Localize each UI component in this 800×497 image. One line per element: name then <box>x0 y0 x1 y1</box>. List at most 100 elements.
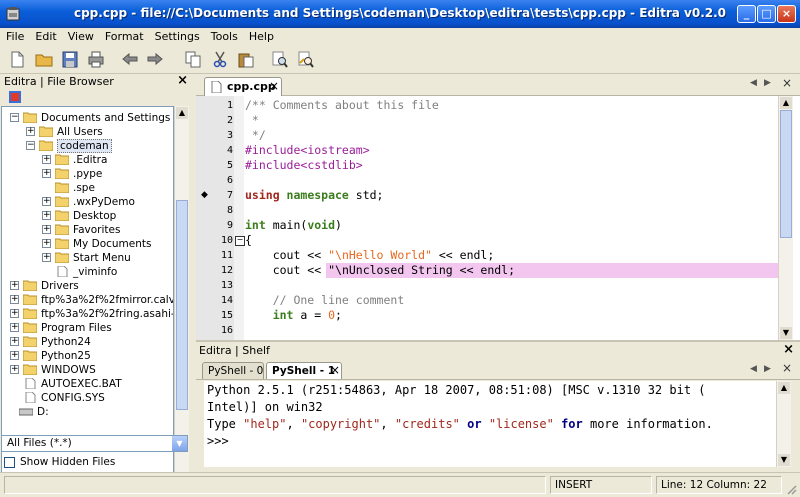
drive-menu-icon[interactable] <box>9 91 21 103</box>
tree-expander-icon[interactable]: + <box>10 323 19 332</box>
tab-pyshell-0[interactable]: PyShell - 0 <box>202 362 264 379</box>
folder-item[interactable]: + WINDOWS <box>2 363 173 377</box>
back-arrow-icon[interactable] <box>121 51 139 68</box>
dropdown-arrow-icon[interactable]: ▼ <box>172 436 187 451</box>
menu-item-format[interactable]: Format <box>99 28 149 43</box>
folder-item[interactable]: + ftp%3a%2f%2fmirror.calvin.ed <box>2 293 173 307</box>
scroll-up-arrow-icon[interactable]: ▲ <box>780 97 792 109</box>
editor-close-icon[interactable]: × <box>782 76 792 90</box>
file-tree[interactable]: − Documents and Settings + All Users − codema… <box>1 106 174 490</box>
folder-item[interactable]: + .wxPyDemo <box>2 195 173 209</box>
tab-close-icon[interactable]: × <box>330 363 340 377</box>
tree-expander-icon[interactable]: + <box>42 253 51 262</box>
find-replace-icon[interactable] <box>297 51 315 68</box>
code-area[interactable]: 1 /** Comments about this file 2 * 3 */ 4 #in… <box>196 96 778 340</box>
forward-arrow-icon[interactable] <box>146 51 164 68</box>
file-item[interactable]: CONFIG.SYS <box>2 391 173 405</box>
save-icon[interactable] <box>61 51 79 68</box>
folder-item[interactable]: .spe <box>2 181 173 195</box>
folder-item[interactable]: + Start Menu <box>2 251 173 265</box>
open-folder-icon[interactable] <box>35 51 53 68</box>
folder-item[interactable]: − Documents and Settings <box>2 111 173 125</box>
tab-pyshell-1[interactable]: PyShell - 1 × <box>266 362 342 379</box>
fold-toggle-icon[interactable]: − <box>235 236 245 246</box>
close-window-button[interactable]: × <box>777 5 796 23</box>
cut-icon[interactable] <box>211 51 229 68</box>
scroll-up-arrow-icon[interactable]: ▲ <box>176 107 188 119</box>
tab-scroll-left-icon[interactable]: ◀ <box>750 78 757 88</box>
scroll-down-arrow-icon[interactable]: ▼ <box>780 327 792 339</box>
tree-expander-icon[interactable]: + <box>10 337 19 346</box>
folder-item[interactable]: + .pype <box>2 167 173 181</box>
tree-expander-icon[interactable]: − <box>26 141 35 150</box>
pyshell-output[interactable]: Python 2.5.1 (r251:54863, Apr 18 2007, 0… <box>204 381 776 467</box>
tree-expander-icon[interactable]: + <box>42 211 51 220</box>
folder-item[interactable]: + Program Files <box>2 321 173 335</box>
tree-expander-icon[interactable]: + <box>42 169 51 178</box>
tree-expander-icon[interactable]: + <box>10 309 19 318</box>
shelf-tab-close-icon[interactable]: × <box>782 361 792 375</box>
tree-expander-icon[interactable]: + <box>10 281 19 290</box>
tree-expander-icon[interactable]: + <box>10 365 19 374</box>
paste-icon[interactable] <box>237 51 255 68</box>
find-icon[interactable] <box>271 51 289 68</box>
folder-item[interactable]: + Favorites <box>2 223 173 237</box>
file-item[interactable]: _viminfo <box>2 265 173 279</box>
drive-item[interactable]: D: <box>2 405 173 419</box>
scroll-up-arrow-icon[interactable]: ▲ <box>778 382 790 394</box>
menu-item-settings[interactable]: Settings <box>149 28 205 43</box>
file-tree-scrollbar[interactable]: ▲ ▼ <box>174 106 189 490</box>
menu-item-file[interactable]: File <box>0 28 29 43</box>
tree-expander-icon[interactable]: + <box>42 225 51 234</box>
tab-scroll-right-icon[interactable]: ▶ <box>764 364 771 374</box>
tab-scroll-right-icon[interactable]: ▶ <box>764 78 771 88</box>
folder-item[interactable]: + .Editra <box>2 153 173 167</box>
new-file-icon[interactable] <box>8 51 26 68</box>
tree-item-label: Desktop <box>73 210 117 222</box>
menu-item-tools[interactable]: Tools <box>205 28 243 43</box>
folder-item[interactable]: + Desktop <box>2 209 173 223</box>
line-number: 2 <box>226 115 233 126</box>
tree-expander-icon[interactable]: + <box>10 351 19 360</box>
folder-item[interactable]: + Drivers <box>2 279 173 293</box>
scroll-thumb[interactable] <box>780 110 792 238</box>
minimize-button[interactable]: _ <box>737 5 756 23</box>
folder-icon <box>38 126 54 138</box>
tree-expander-icon[interactable]: + <box>42 239 51 248</box>
checkbox-box[interactable] <box>4 457 15 468</box>
menu-item-help[interactable]: Help <box>243 28 279 43</box>
folder-item[interactable]: + All Users <box>2 125 173 139</box>
folder-item[interactable]: − codeman <box>2 139 173 153</box>
tree-expander-icon[interactable]: − <box>10 113 19 122</box>
tab-cpp-cpp[interactable]: cpp.cpp × <box>204 77 282 96</box>
file-browser-close-button[interactable]: × <box>177 73 188 88</box>
folder-item[interactable]: + My Documents <box>2 237 173 251</box>
print-icon[interactable] <box>87 51 105 68</box>
menu-item-edit[interactable]: Edit <box>29 28 61 43</box>
file-filter-select[interactable]: All Files (*.*) ▼ <box>1 435 188 452</box>
shell-scrollbar[interactable]: ▲ ▼ <box>776 381 791 467</box>
tree-expander-icon[interactable]: + <box>10 295 19 304</box>
tab-scroll-left-icon[interactable]: ◀ <box>750 364 757 374</box>
scroll-down-arrow-icon[interactable]: ▼ <box>778 454 790 466</box>
bookmark-marker-icon[interactable]: ◆ <box>201 191 208 200</box>
folder-item[interactable]: + Python24 <box>2 335 173 349</box>
tree-expander-icon[interactable]: + <box>42 155 51 164</box>
maximize-button[interactable]: □ <box>757 5 776 23</box>
editor-scrollbar[interactable]: ▲ ▼ <box>778 96 793 340</box>
scroll-thumb[interactable] <box>176 200 188 410</box>
fold-margin[interactable] <box>234 96 244 340</box>
resize-grip-icon[interactable] <box>785 483 797 495</box>
file-filter-value: All Files (*.*) <box>7 437 72 449</box>
folder-item[interactable]: + Python25 <box>2 349 173 363</box>
shell-token: Intel)] on win32 <box>207 400 323 414</box>
copy-icon[interactable] <box>184 51 202 68</box>
shelf-close-button[interactable]: × <box>783 342 794 357</box>
title-bar[interactable]: cpp.cpp - file://C:\Documents and Settin… <box>0 0 800 28</box>
tree-expander-icon[interactable]: + <box>26 127 35 136</box>
tree-expander-icon[interactable]: + <box>42 197 51 206</box>
folder-item[interactable]: + ftp%3a%2f%2fring.asahi-net.o <box>2 307 173 321</box>
tab-close-icon[interactable]: × <box>269 79 279 93</box>
menu-item-view[interactable]: View <box>62 28 99 43</box>
file-item[interactable]: AUTOEXEC.BAT <box>2 377 173 391</box>
